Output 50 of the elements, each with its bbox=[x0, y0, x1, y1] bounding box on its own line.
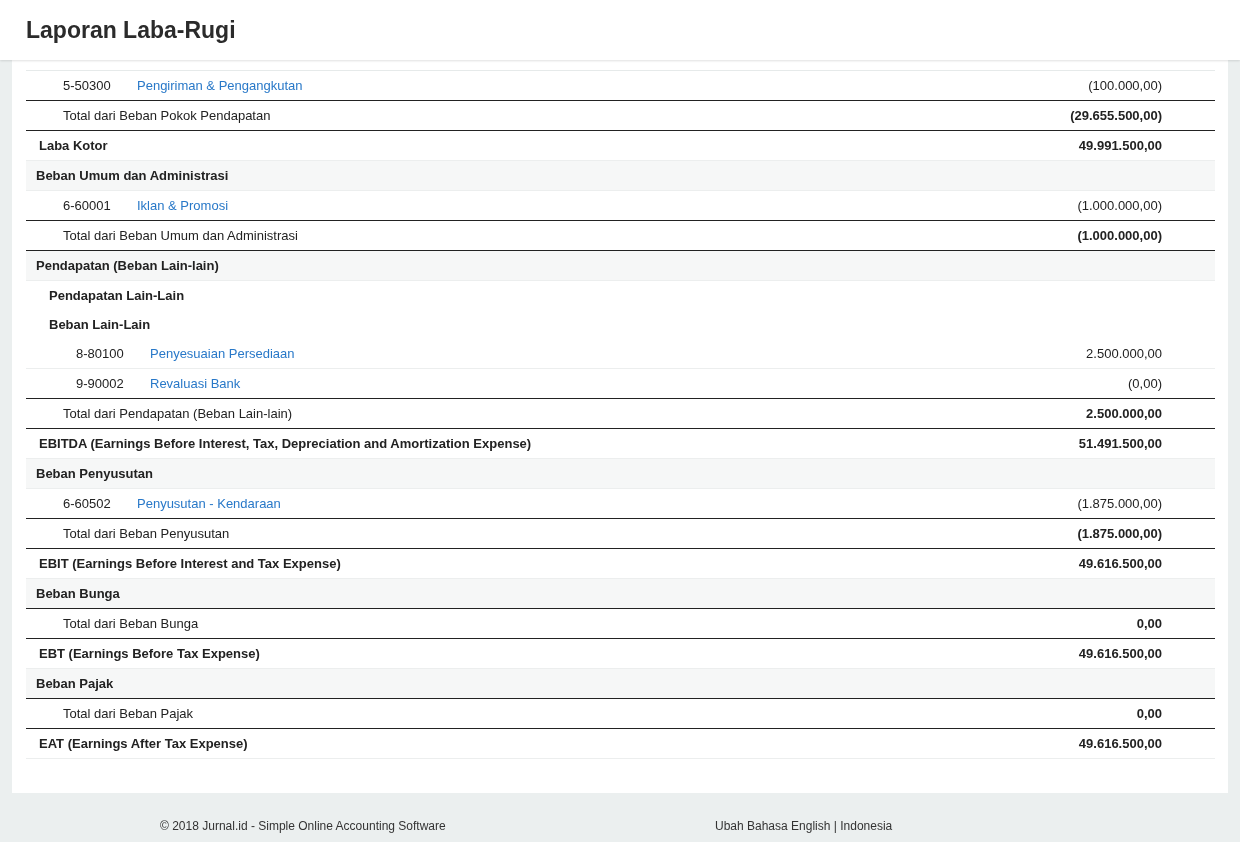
amount: (1.000.000,00) bbox=[1077, 198, 1162, 213]
account-code: 6-60001 bbox=[62, 198, 112, 213]
total-label: Total dari Beban Pokok Pendapatan bbox=[62, 108, 272, 123]
summary-amount: 49.616.500,00 bbox=[1078, 646, 1162, 661]
summary-label: EBT (Earnings Before Tax Expense) bbox=[38, 646, 261, 661]
section-heading: Beban Bunga bbox=[35, 586, 121, 601]
summary-amount: 49.616.500,00 bbox=[1078, 556, 1162, 571]
page-title: Laporan Laba-Rugi bbox=[26, 16, 236, 44]
language-link[interactable]: Indonesia bbox=[840, 819, 893, 833]
language-link[interactable]: English bbox=[791, 819, 831, 833]
total-amount: (29.655.500,00) bbox=[1070, 108, 1162, 123]
total-amount: (1.875.000,00) bbox=[1077, 526, 1162, 541]
language-label: Ubah Bahasa bbox=[715, 819, 788, 833]
account-link[interactable]: Iklan & Promosi bbox=[137, 198, 229, 213]
total-label: Total dari Beban Penyusutan bbox=[62, 526, 231, 541]
account-link[interactable]: Penyusutan - Kendaraan bbox=[137, 496, 281, 511]
separator-text: | bbox=[833, 819, 837, 833]
account-code: 6-60502 bbox=[62, 496, 112, 511]
copyright-text: © 2018 Jurnal.id - Simple Online Accounting Software bbox=[160, 819, 447, 833]
summary-label: EAT (Earnings After Tax Expense) bbox=[38, 736, 249, 751]
section-heading: Beban Umum dan Administrasi bbox=[35, 168, 230, 183]
summary-label: Laba Kotor bbox=[38, 138, 109, 153]
account-code: 8-80100 bbox=[75, 346, 125, 361]
summary-amount: 49.616.500,00 bbox=[1078, 736, 1162, 751]
amount: 2.500.000,00 bbox=[1086, 346, 1162, 361]
account-link[interactable]: Revaluasi Bank bbox=[150, 376, 241, 391]
total-amount: 2.500.000,00 bbox=[1086, 406, 1162, 421]
total-amount: 0,00 bbox=[1136, 616, 1162, 631]
account-link[interactable]: Penyesuaian Persediaan bbox=[150, 346, 295, 361]
amount: (0,00) bbox=[1128, 376, 1162, 391]
summary-amount: 51.491.500,00 bbox=[1078, 436, 1162, 451]
total-amount: 0,00 bbox=[1136, 706, 1162, 721]
account-link[interactable]: Pengiriman & Pengangkutan bbox=[137, 78, 303, 93]
section-heading: Pendapatan (Beban Lain-lain) bbox=[35, 258, 220, 273]
account-code: 9-90002 bbox=[75, 376, 125, 391]
section-heading: Beban Lain-Lain bbox=[48, 317, 152, 332]
total-label: Total dari Beban Bunga bbox=[62, 616, 200, 631]
section-heading: Pendapatan Lain-Lain bbox=[48, 288, 186, 303]
summary-label: EBITDA (Earnings Before Interest, Tax, Depreciation and Amortization Expense) bbox=[38, 436, 533, 451]
summary-amount: 49.991.500,00 bbox=[1078, 138, 1162, 153]
section-heading: Beban Pajak bbox=[35, 676, 115, 691]
total-amount: (1.000.000,00) bbox=[1077, 228, 1162, 243]
section-heading: Beban Penyusutan bbox=[35, 466, 155, 481]
total-label: Total dari Beban Umum dan Administrasi bbox=[62, 228, 299, 243]
amount: (100.000,00) bbox=[1088, 78, 1162, 93]
total-label: Total dari Pendapatan (Beban Lain-lain) bbox=[62, 406, 294, 421]
account-code: 5-50300 bbox=[62, 78, 112, 93]
total-label: Total dari Beban Pajak bbox=[62, 706, 195, 721]
amount: (1.875.000,00) bbox=[1077, 496, 1162, 511]
summary-label: EBIT (Earnings Before Interest and Tax Expense) bbox=[38, 556, 342, 571]
